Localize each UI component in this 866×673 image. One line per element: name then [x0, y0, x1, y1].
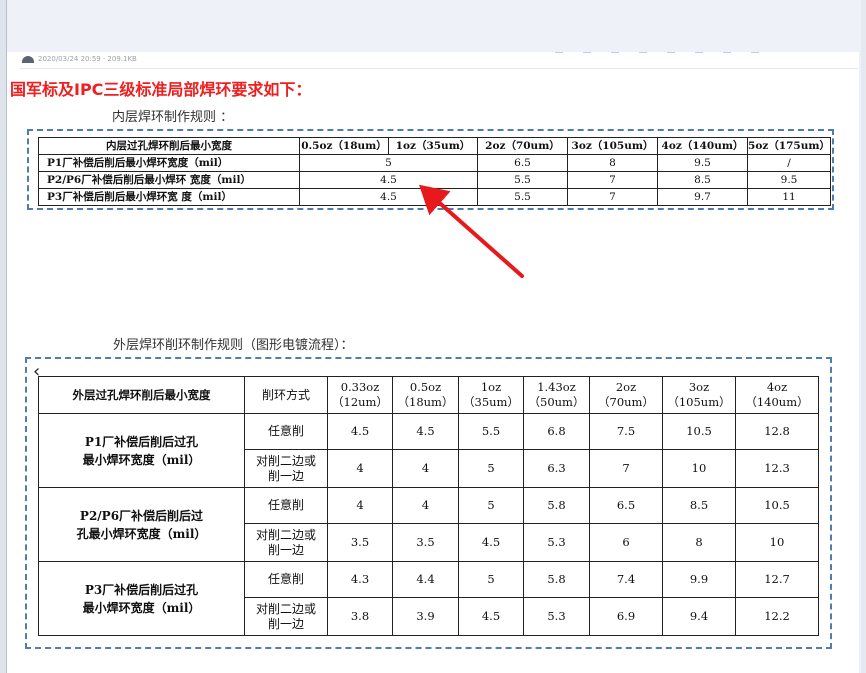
- header-line: 2oz: [615, 380, 637, 394]
- method-line: 任意削: [267, 498, 304, 512]
- value-cell: 9.4: [662, 597, 736, 636]
- group-label-line: P3厂补偿后削后过孔: [84, 582, 199, 597]
- group-label-line: 最小焊环宽度（mil）: [82, 600, 201, 615]
- value-cell: 10.5: [735, 487, 819, 524]
- table-row: P3厂补偿后削后过孔 最小焊环宽度（mil） 任意削 4.3 4.4 5 5.8 7.4 9.9…: [38, 561, 819, 636]
- group-label-line: P1厂补偿后削后过孔: [84, 434, 199, 449]
- value-cell: 5.3: [523, 523, 590, 562]
- group-label-cell: P1厂补偿后削后过孔 最小焊环宽度（mil）: [38, 413, 245, 488]
- value-cell: 4: [392, 487, 459, 524]
- value-cell: 4: [392, 449, 459, 488]
- outer-heading: 外层焊环削环制作规则（图形电镀流程）：: [113, 338, 354, 353]
- value-cell: 5: [458, 449, 524, 488]
- value-cell: 9.9: [662, 561, 736, 598]
- value-cell: 12.2: [735, 597, 819, 636]
- value-cell: 3.9: [392, 597, 459, 636]
- header-cell: 1.43oz （50um）: [523, 376, 590, 414]
- value-cell: 8.5: [662, 487, 736, 524]
- header-line: 1oz: [480, 380, 502, 394]
- table-row: P1厂补偿后削后过孔 最小焊环宽度（mil） 任意削 4.5 4.5 5.5 6.8 7.5 1…: [38, 413, 819, 488]
- value-cell: 3.5: [327, 523, 393, 562]
- value-cell: 6.5: [589, 487, 663, 524]
- method-cell: 任意削: [244, 561, 328, 598]
- value-cell: 6.8: [523, 413, 590, 450]
- value-cell: 12.8: [735, 413, 819, 450]
- value-cell: 5.8: [523, 561, 590, 598]
- value-cell: 4.5: [392, 413, 459, 450]
- value-cell: 12.7: [735, 561, 819, 598]
- value-cell: 3.5: [392, 523, 459, 562]
- value-cell: 5: [458, 561, 524, 598]
- value-cell: 4.5: [458, 523, 524, 562]
- header-line: 0.5oz: [409, 380, 442, 394]
- value-cell: 4.5: [327, 413, 393, 450]
- method-line: 削一边: [267, 542, 304, 557]
- method-line: 任意削: [267, 424, 304, 438]
- outer-rules-table: 外层过孔焊环削后最小宽度 削环方式 0.33oz （12um） 0.5oz （18um） 1…: [38, 376, 819, 636]
- value-cell: 10: [662, 449, 736, 488]
- value-cell: 6.3: [523, 449, 590, 488]
- header-line: 3oz: [688, 380, 710, 394]
- method-cell: 任意削: [244, 487, 328, 524]
- value-cell: 5.8: [523, 487, 590, 524]
- header-label-cell: 外层过孔焊环削后最小宽度: [38, 376, 245, 414]
- header-cell: 2oz（70um）: [589, 376, 663, 414]
- method-cell: 任意削: [244, 413, 328, 450]
- table-header-row: 外层过孔焊环削后最小宽度 削环方式 0.33oz （12um） 0.5oz （18um） 1…: [38, 376, 819, 414]
- header-line: （18um）: [397, 395, 454, 409]
- method-header-cell: 削环方式: [244, 376, 328, 414]
- group-label-line: P2/P6厂补偿后削后过: [79, 508, 204, 523]
- method-line: 对削二边或: [255, 453, 316, 468]
- header-line: 4oz: [766, 380, 788, 394]
- value-cell: 10.5: [662, 413, 736, 450]
- header-line: （50um）: [528, 395, 585, 409]
- header-line: （105um）: [667, 395, 731, 409]
- value-cell: 3.8: [327, 597, 393, 636]
- value-cell: 4.3: [327, 561, 393, 598]
- header-cell: 0.5oz（18um）: [392, 376, 459, 414]
- header-line: 1.43oz: [537, 380, 576, 394]
- value-cell: 5: [458, 487, 524, 524]
- group-label-line: 最小焊环宽度（mil）: [82, 452, 201, 467]
- value-cell: 7: [589, 449, 663, 488]
- method-line: 对削二边或: [255, 527, 316, 542]
- value-cell: 6.9: [589, 597, 663, 636]
- value-cell: 4: [327, 487, 393, 524]
- value-cell: 4: [327, 449, 393, 488]
- header-line: （70um）: [598, 395, 654, 409]
- value-cell: 7.5: [589, 413, 663, 450]
- header-cell: 1oz（35um）: [458, 376, 524, 414]
- method-line: 削一边: [267, 468, 304, 483]
- header-line: （12um）: [332, 395, 388, 409]
- table-row: P2/P6厂补偿后削后过 孔最小焊环宽度（mil） 任意削 4 4 5 5.8 6.5 8.5 1…: [38, 487, 819, 562]
- header-line: （35um）: [463, 395, 519, 409]
- value-cell: 8: [662, 523, 736, 562]
- value-cell: 10: [735, 523, 819, 562]
- value-cell: 7.4: [589, 561, 663, 598]
- group-label-line: 孔最小焊环宽度（mil）: [76, 526, 207, 541]
- method-line: 削一边: [267, 616, 304, 631]
- value-cell: 5.3: [523, 597, 590, 636]
- value-cell: 4.4: [392, 561, 459, 598]
- method-cell: 对削二边或 削一边: [244, 597, 328, 636]
- value-cell: 4.5: [458, 597, 524, 636]
- header-line: 0.33oz: [340, 380, 380, 394]
- method-line: 对削二边或: [255, 601, 316, 616]
- header-cell: 0.33oz （12um）: [327, 376, 393, 414]
- method-cell: 对削二边或 削一边: [244, 523, 328, 562]
- group-label-cell: P3厂补偿后削后过孔 最小焊环宽度（mil）: [38, 561, 245, 636]
- value-cell: 12.3: [735, 449, 819, 488]
- group-label-cell: P2/P6厂补偿后削后过 孔最小焊环宽度（mil）: [38, 487, 245, 562]
- header-cell: 3oz（105um）: [662, 376, 736, 414]
- method-line: 任意削: [267, 572, 304, 586]
- value-cell: 6: [589, 523, 663, 562]
- header-cell: 4oz（140um）: [735, 376, 819, 414]
- header-line: （140um）: [745, 395, 809, 409]
- value-cell: 5.5: [458, 413, 524, 450]
- method-cell: 对削二边或 削一边: [244, 449, 328, 488]
